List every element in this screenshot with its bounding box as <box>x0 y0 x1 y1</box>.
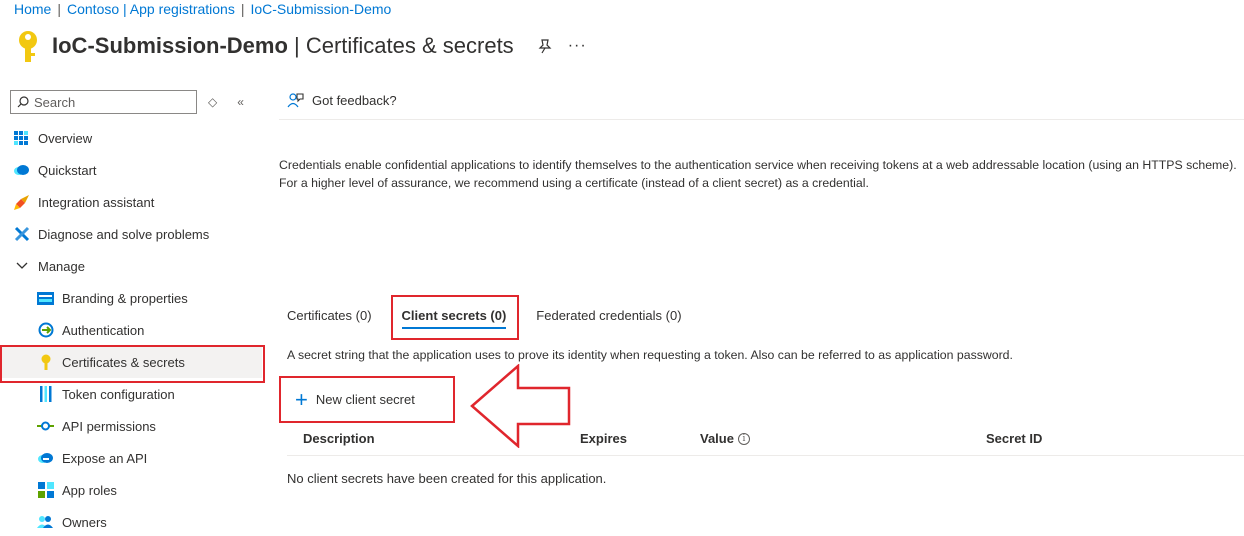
page-header: IoC-Submission-Demo | Certificates & sec… <box>14 28 587 64</box>
sidebar-item-overview[interactable]: Overview <box>0 122 262 154</box>
sidebar-item-app-roles[interactable]: App roles <box>0 474 262 506</box>
chevron-down-icon <box>13 258 30 275</box>
sidebar-item-label: Token configuration <box>62 386 175 402</box>
search-icon <box>17 96 29 108</box>
sidebar-item-label: Branding & properties <box>62 290 188 306</box>
sidebar-item-owners[interactable]: Owners <box>0 506 262 536</box>
new-client-secret-button[interactable]: + New client secret <box>279 376 455 423</box>
breadcrumb-app[interactable]: IoC-Submission-Demo <box>250 1 391 17</box>
sidebar-item-label: Authentication <box>62 322 145 338</box>
sidebar-item-label: App roles <box>62 482 117 498</box>
tab-federated-credentials[interactable]: Federated credentials (0) <box>536 308 681 329</box>
empty-table-message: No client secrets have been created for … <box>287 471 607 486</box>
branding-icon <box>37 290 54 307</box>
page-title: IoC-Submission-Demo | Certificates & sec… <box>52 33 514 58</box>
column-header-value-label: Value <box>700 431 734 446</box>
callout-arrow-icon <box>470 364 571 448</box>
sidebar-group-manage[interactable]: Manage <box>0 250 262 282</box>
sidebar-item-label: Quickstart <box>38 162 97 178</box>
grid-icon <box>13 130 30 147</box>
sidebar-item-diagnose[interactable]: Diagnose and solve problems <box>0 218 262 250</box>
sidebar-item-integration-assistant[interactable]: Integration assistant <box>0 186 262 218</box>
search-input[interactable]: Search <box>10 90 197 114</box>
sidebar-item-label: Overview <box>38 130 93 146</box>
feedback-label: Got feedback? <box>312 93 397 108</box>
cloud-api-icon <box>37 450 54 467</box>
sidebar-nav: Overview Quickstart Integration assistan… <box>0 122 265 536</box>
authentication-icon <box>37 322 54 339</box>
key-icon <box>37 354 54 371</box>
token-icon <box>37 386 54 403</box>
pin-icon[interactable] <box>536 37 554 55</box>
owners-icon <box>37 514 54 531</box>
rocket-icon <box>13 194 30 211</box>
search-placeholder: Search <box>34 94 76 110</box>
more-options-icon[interactable]: ··· <box>568 37 587 55</box>
wrench-icon <box>13 226 30 243</box>
plus-icon: + <box>295 386 308 412</box>
column-header-value[interactable]: Value i <box>700 431 750 446</box>
credentials-description: Credentials enable confidential applicat… <box>279 158 1237 190</box>
sidebar-item-authentication[interactable]: Authentication <box>0 314 262 346</box>
divider <box>279 119 1244 120</box>
sidebar-item-api-permissions[interactable]: API permissions <box>0 410 262 442</box>
breadcrumb-home[interactable]: Home <box>14 1 51 17</box>
key-icon <box>19 31 37 62</box>
breadcrumb-app-registrations[interactable]: Contoso | App registrations <box>67 1 235 17</box>
sidebar-item-token-configuration[interactable]: Token configuration <box>0 378 262 410</box>
app-roles-icon <box>37 482 54 499</box>
sidebar-item-label: Certificates & secrets <box>62 354 185 370</box>
tab-certificates[interactable]: Certificates (0) <box>287 308 372 329</box>
expand-collapse-icon[interactable]: ◇ <box>208 95 217 109</box>
breadcrumb: Home | Contoso | App registrations | IoC-Sub… <box>14 1 392 17</box>
info-icon[interactable]: i <box>737 432 750 445</box>
sidebar-item-label: Diagnose and solve problems <box>38 226 210 242</box>
feedback-button[interactable]: Got feedback? <box>287 92 397 109</box>
sidebar-item-label: API permissions <box>62 418 156 434</box>
table-divider <box>287 455 1244 456</box>
new-client-secret-label: New client secret <box>315 392 415 407</box>
sidebar-item-label: Manage <box>38 258 85 274</box>
api-icon <box>37 418 54 435</box>
sidebar-item-certificates-secrets[interactable]: Certificates & secrets <box>0 345 265 383</box>
sidebar-item-label: Owners <box>62 514 107 530</box>
column-header-secret-id[interactable]: Secret ID <box>986 431 1042 446</box>
column-header-description[interactable]: Description <box>303 431 375 446</box>
sidebar-item-expose-api[interactable]: Expose an API <box>0 442 262 474</box>
sidebar-item-label: Expose an API <box>62 450 148 466</box>
sidebar-item-quickstart[interactable]: Quickstart <box>0 154 262 186</box>
column-header-expires[interactable]: Expires <box>580 431 627 446</box>
collapse-sidebar-icon[interactable]: « <box>237 95 244 109</box>
cloud-icon <box>13 162 30 179</box>
client-secrets-highlight-box <box>391 295 519 340</box>
feedback-icon <box>287 93 304 108</box>
sidebar-item-label: Integration assistant <box>38 194 155 210</box>
client-secret-description: A secret string that the application use… <box>287 348 1013 362</box>
sidebar-item-branding[interactable]: Branding & properties <box>0 282 262 314</box>
